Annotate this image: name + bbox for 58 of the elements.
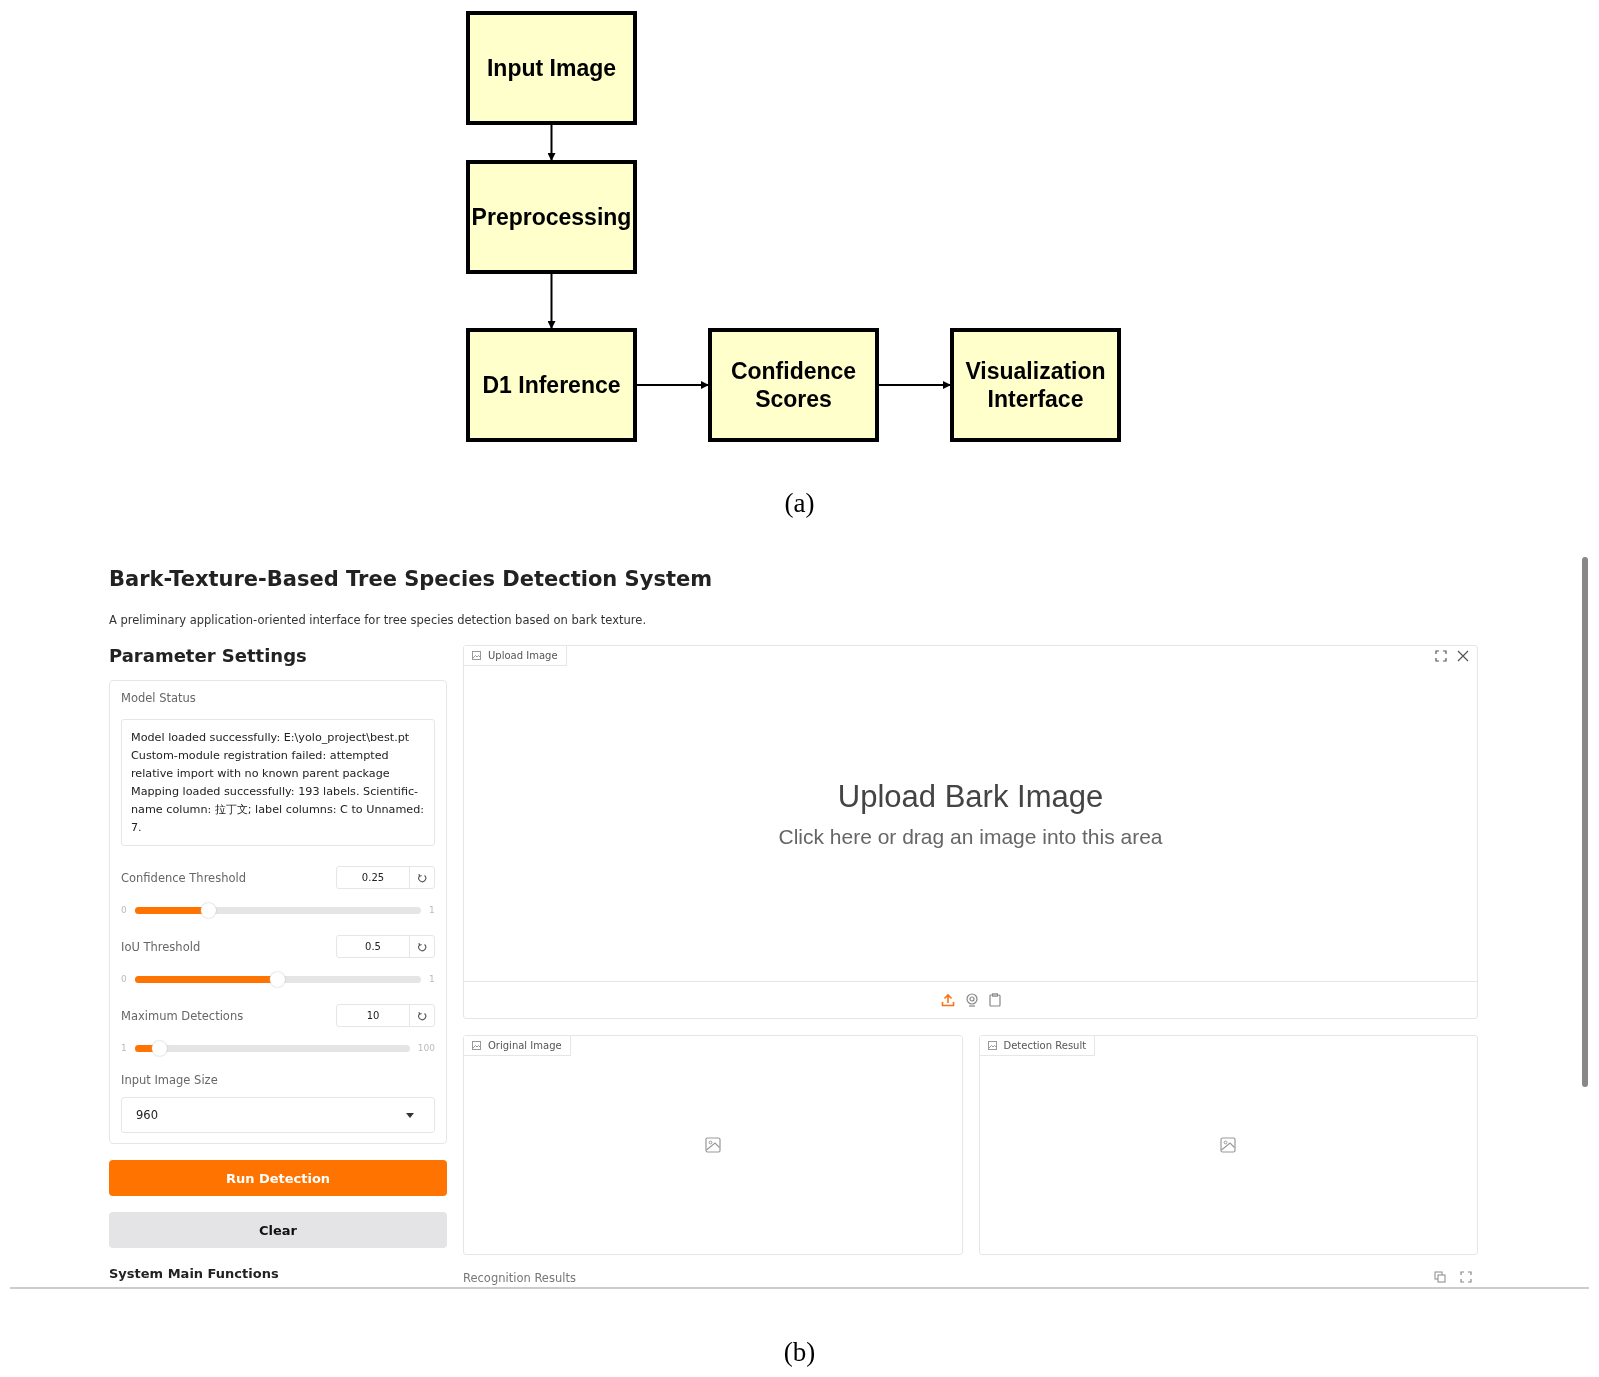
clear-button[interactable]: Clear bbox=[109, 1212, 447, 1248]
slider-thumb[interactable] bbox=[151, 1040, 167, 1056]
upload-title: Upload Bark Image bbox=[837, 778, 1104, 815]
figure-caption: (a) bbox=[783, 488, 816, 519]
node-label: Input Image bbox=[486, 55, 617, 81]
slider-min: 1 bbox=[121, 1043, 127, 1053]
reset-icon bbox=[417, 872, 427, 883]
node-label: Confidence bbox=[730, 358, 857, 384]
slider-min: 0 bbox=[121, 905, 127, 915]
image-placeholder-icon bbox=[1220, 1137, 1237, 1153]
upload-icon[interactable] bbox=[940, 993, 955, 1007]
fullscreen-icon[interactable] bbox=[1460, 1271, 1472, 1283]
section-heading: System Main Functions bbox=[109, 1266, 280, 1281]
results-label: Recognition Results bbox=[463, 1271, 576, 1285]
upload-hint: Click here or drag an image into this area bbox=[778, 824, 1163, 849]
size-dropdown[interactable]: 960 bbox=[121, 1097, 435, 1133]
node-label: Scores bbox=[755, 386, 832, 412]
image-icon bbox=[987, 1041, 997, 1050]
panel-tab-label: Original Image bbox=[464, 1036, 571, 1056]
field-label: Input Image Size bbox=[121, 1073, 219, 1087]
node-label: Preprocessing bbox=[471, 204, 632, 230]
webcam-icon[interactable] bbox=[964, 993, 979, 1007]
arrow bbox=[547, 124, 556, 161]
slider-max: 100 bbox=[417, 1043, 435, 1053]
slider-thumb[interactable] bbox=[201, 902, 217, 918]
arrow bbox=[547, 273, 556, 329]
figure-caption: (b) bbox=[782, 1337, 817, 1368]
fullscreen-icon[interactable] bbox=[1435, 650, 1447, 662]
page-description: A preliminary application-oriented interface for tree species detection based on bark texture. bbox=[109, 613, 648, 627]
copy-icon[interactable] bbox=[1434, 1271, 1446, 1283]
image-icon bbox=[472, 1041, 481, 1050]
upload-area[interactable]: Upload Image Upload Bark Image Click here or drag an image into this area bbox=[463, 645, 1478, 1019]
section-heading: Parameter Settings bbox=[109, 645, 308, 666]
slider-thumb[interactable] bbox=[270, 971, 285, 987]
slider-min: 0 bbox=[121, 974, 127, 984]
node-label: Interface bbox=[987, 386, 1084, 412]
clipboard-icon[interactable] bbox=[988, 993, 1001, 1007]
field-label: Model Status bbox=[121, 691, 197, 705]
status-line: Custom-module registration failed: attempted relative import with no known parent package bbox=[131, 748, 391, 782]
close-icon[interactable] bbox=[1457, 650, 1469, 662]
status-line: Model loaded successfully: E:\yolo_project\best.pt bbox=[131, 730, 411, 746]
slider-label: Confidence Threshold bbox=[121, 870, 246, 885]
node-label: Visualization bbox=[965, 358, 1106, 384]
reset-icon bbox=[417, 941, 427, 952]
status-textbox[interactable] bbox=[121, 719, 435, 846]
image-icon bbox=[472, 651, 481, 660]
reset-icon bbox=[417, 1010, 427, 1021]
slider-label: Maximum Detections bbox=[121, 1008, 244, 1023]
slider-label: IoU Threshold bbox=[121, 939, 201, 954]
panel-tab-label: Detection Result bbox=[979, 1036, 1096, 1056]
slider-max: 1 bbox=[429, 905, 435, 915]
node-label: D1 Inference bbox=[482, 372, 621, 398]
image-placeholder-icon bbox=[704, 1137, 721, 1153]
page-title: Bark-Texture-Based Tree Species Detection System bbox=[109, 567, 714, 591]
caret-icon bbox=[406, 1112, 414, 1118]
upload-tab-label: Upload Image bbox=[464, 646, 567, 666]
status-line: Mapping loaded successfully: 193 labels. Scientific-name column: 拉丁文; label columns: C to Unnamed: 7. bbox=[131, 784, 426, 836]
slider-max: 1 bbox=[429, 974, 435, 984]
